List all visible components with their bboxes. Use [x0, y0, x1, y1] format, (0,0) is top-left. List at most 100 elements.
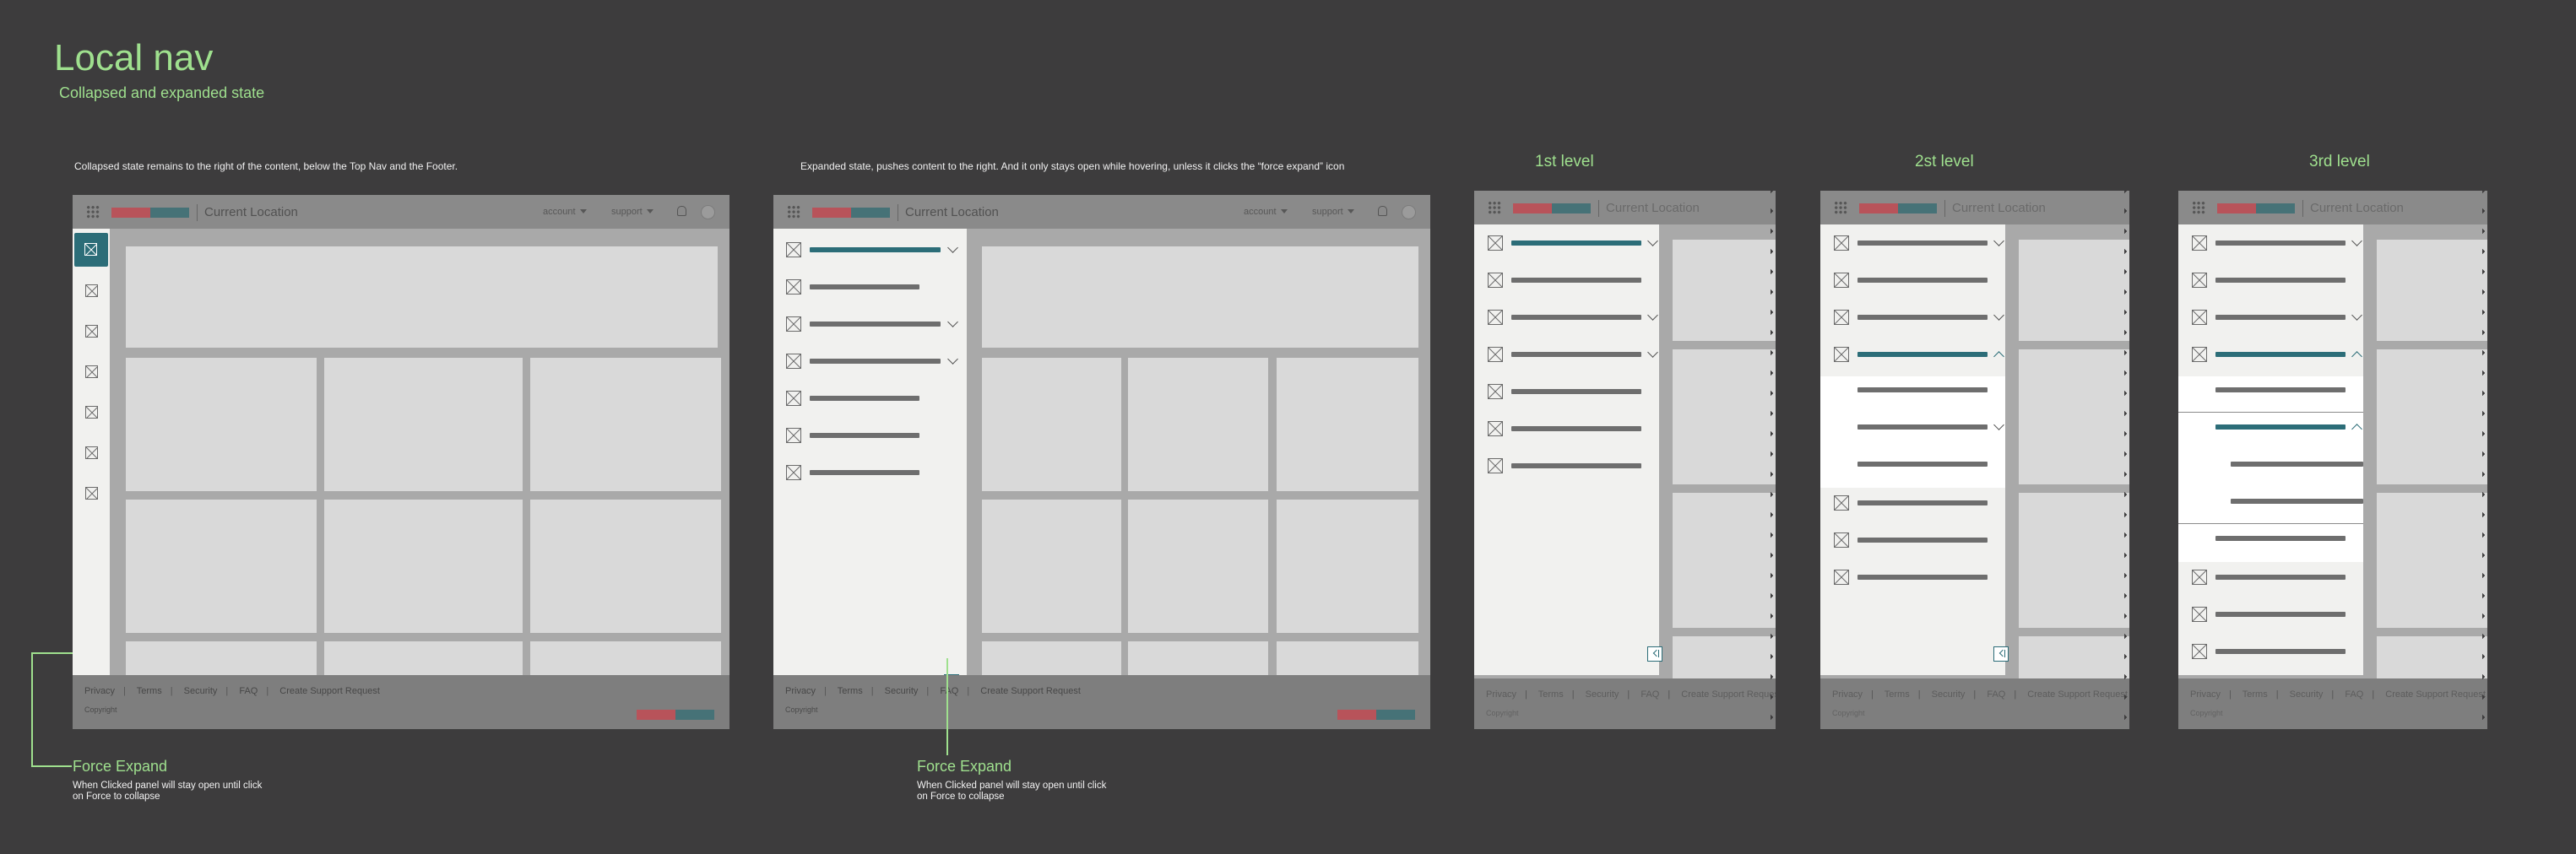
placeholder-icon[interactable] [1488, 235, 1503, 251]
grid-icon[interactable] [1488, 201, 1501, 214]
footer-link-security[interactable]: Security [885, 686, 919, 696]
placeholder-icon[interactable] [786, 316, 801, 332]
chevron-down-icon[interactable] [2351, 235, 2362, 246]
nav-item[interactable] [1511, 389, 1641, 394]
footer-link-privacy[interactable]: Privacy [2190, 689, 2221, 700]
footer-link-terms[interactable]: Terms [137, 686, 162, 696]
footer-link-faq[interactable]: FAQ [940, 686, 958, 696]
logo[interactable] [1513, 203, 1591, 214]
placeholder-icon[interactable] [1488, 384, 1503, 399]
avatar-icon[interactable] [1402, 205, 1416, 219]
nav-item-active[interactable] [74, 233, 108, 267]
nav-item-active[interactable] [1511, 241, 1641, 246]
placeholder-icon[interactable] [786, 354, 801, 369]
chevron-up-icon[interactable] [2351, 351, 2362, 362]
chevron-down-icon[interactable] [1993, 419, 2004, 430]
placeholder-icon[interactable] [1834, 347, 1849, 362]
support-menu[interactable]: support [1312, 207, 1354, 217]
footer-link-privacy[interactable]: Privacy [785, 686, 816, 696]
nav-item[interactable] [1857, 575, 1988, 580]
footer-link-support[interactable]: Create Support Request [2027, 689, 2128, 700]
footer-link-terms[interactable]: Terms [838, 686, 863, 696]
force-collapse-icon[interactable] [1647, 646, 1662, 662]
footer-link-support[interactable]: Create Support Request [1681, 689, 1776, 700]
third-level-item[interactable] [2231, 499, 2363, 504]
placeholder-icon[interactable] [85, 365, 98, 378]
bell-icon[interactable] [1378, 206, 1387, 216]
placeholder-icon[interactable] [786, 428, 801, 443]
chevron-down-icon[interactable] [1993, 235, 2004, 246]
chevron-down-icon[interactable] [2351, 310, 2362, 321]
nav-item[interactable] [1511, 352, 1641, 357]
placeholder-icon[interactable] [1834, 235, 1849, 251]
nav-item[interactable] [1857, 278, 1988, 283]
footer-link-privacy[interactable]: Privacy [84, 686, 115, 696]
chevron-down-icon[interactable] [947, 316, 958, 327]
sub-nav-item[interactable] [1857, 424, 1988, 430]
sub-nav-item[interactable] [1857, 387, 1988, 392]
placeholder-icon[interactable] [2192, 644, 2207, 659]
footer-link-faq[interactable]: FAQ [1987, 689, 2005, 700]
footer-link-security[interactable]: Security [2290, 689, 2324, 700]
nav-item[interactable] [1857, 315, 1988, 320]
grid-icon[interactable] [787, 205, 800, 219]
placeholder-icon[interactable] [85, 325, 98, 338]
sub-nav-item[interactable] [1857, 462, 1988, 467]
nav-item[interactable] [810, 359, 941, 364]
nav-item[interactable] [1511, 315, 1641, 320]
placeholder-icon[interactable] [85, 446, 98, 459]
footer-link-security[interactable]: Security [1586, 689, 1619, 700]
nav-item[interactable] [2215, 649, 2346, 654]
sub-nav-item[interactable] [2215, 387, 2346, 392]
nav-item-active[interactable] [810, 247, 941, 252]
footer-link-faq[interactable]: FAQ [2345, 689, 2363, 700]
account-menu[interactable]: account [1244, 207, 1288, 217]
nav-item-active[interactable] [1857, 352, 1988, 357]
footer-link-support[interactable]: Create Support Request [2385, 689, 2486, 700]
footer-link-support[interactable]: Create Support Request [980, 686, 1081, 696]
chevron-down-icon[interactable] [1647, 310, 1658, 321]
bell-icon[interactable] [677, 206, 686, 216]
footer-link-faq[interactable]: FAQ [239, 686, 258, 696]
footer-link-terms[interactable]: Terms [1538, 689, 1564, 700]
placeholder-icon[interactable] [2192, 235, 2207, 251]
avatar-icon[interactable] [701, 205, 715, 219]
grid-icon[interactable] [1834, 201, 1847, 214]
placeholder-icon[interactable] [85, 487, 98, 500]
placeholder-icon[interactable] [1834, 495, 1849, 511]
nav-item[interactable] [2215, 241, 2346, 246]
logo[interactable] [2217, 203, 2295, 214]
nav-item[interactable] [2215, 315, 2346, 320]
sub-nav-item-active[interactable] [2215, 424, 2346, 430]
nav-item[interactable] [1511, 426, 1641, 431]
nav-item[interactable] [2215, 278, 2346, 283]
nav-item[interactable] [1857, 500, 1988, 505]
placeholder-icon[interactable] [1834, 310, 1849, 325]
chevron-down-icon[interactable] [1647, 235, 1658, 246]
chevron-down-icon[interactable] [947, 242, 958, 253]
logo[interactable] [111, 208, 189, 218]
placeholder-icon[interactable] [1834, 532, 1849, 548]
nav-item[interactable] [1857, 241, 1988, 246]
nav-item[interactable] [2215, 612, 2346, 617]
logo[interactable] [812, 208, 890, 218]
placeholder-icon[interactable] [786, 279, 801, 295]
nav-item[interactable] [1511, 463, 1641, 468]
placeholder-icon[interactable] [786, 465, 801, 480]
nav-item[interactable] [810, 322, 941, 327]
placeholder-icon[interactable] [2192, 310, 2207, 325]
logo[interactable] [1859, 203, 1937, 214]
footer-link-support[interactable]: Create Support Request [279, 686, 380, 696]
placeholder-icon[interactable] [1834, 570, 1849, 585]
footer-link-privacy[interactable]: Privacy [1486, 689, 1516, 700]
chevron-down-icon[interactable] [1993, 310, 2004, 321]
support-menu[interactable]: support [611, 207, 653, 217]
placeholder-icon[interactable] [1488, 421, 1503, 436]
placeholder-icon[interactable] [1834, 273, 1849, 288]
placeholder-icon[interactable] [2192, 273, 2207, 288]
nav-item[interactable] [810, 396, 919, 401]
grid-icon[interactable] [86, 205, 100, 219]
chevron-up-icon[interactable] [2351, 424, 2362, 435]
nav-item[interactable] [2215, 575, 2346, 580]
footer-link-security[interactable]: Security [1932, 689, 1966, 700]
